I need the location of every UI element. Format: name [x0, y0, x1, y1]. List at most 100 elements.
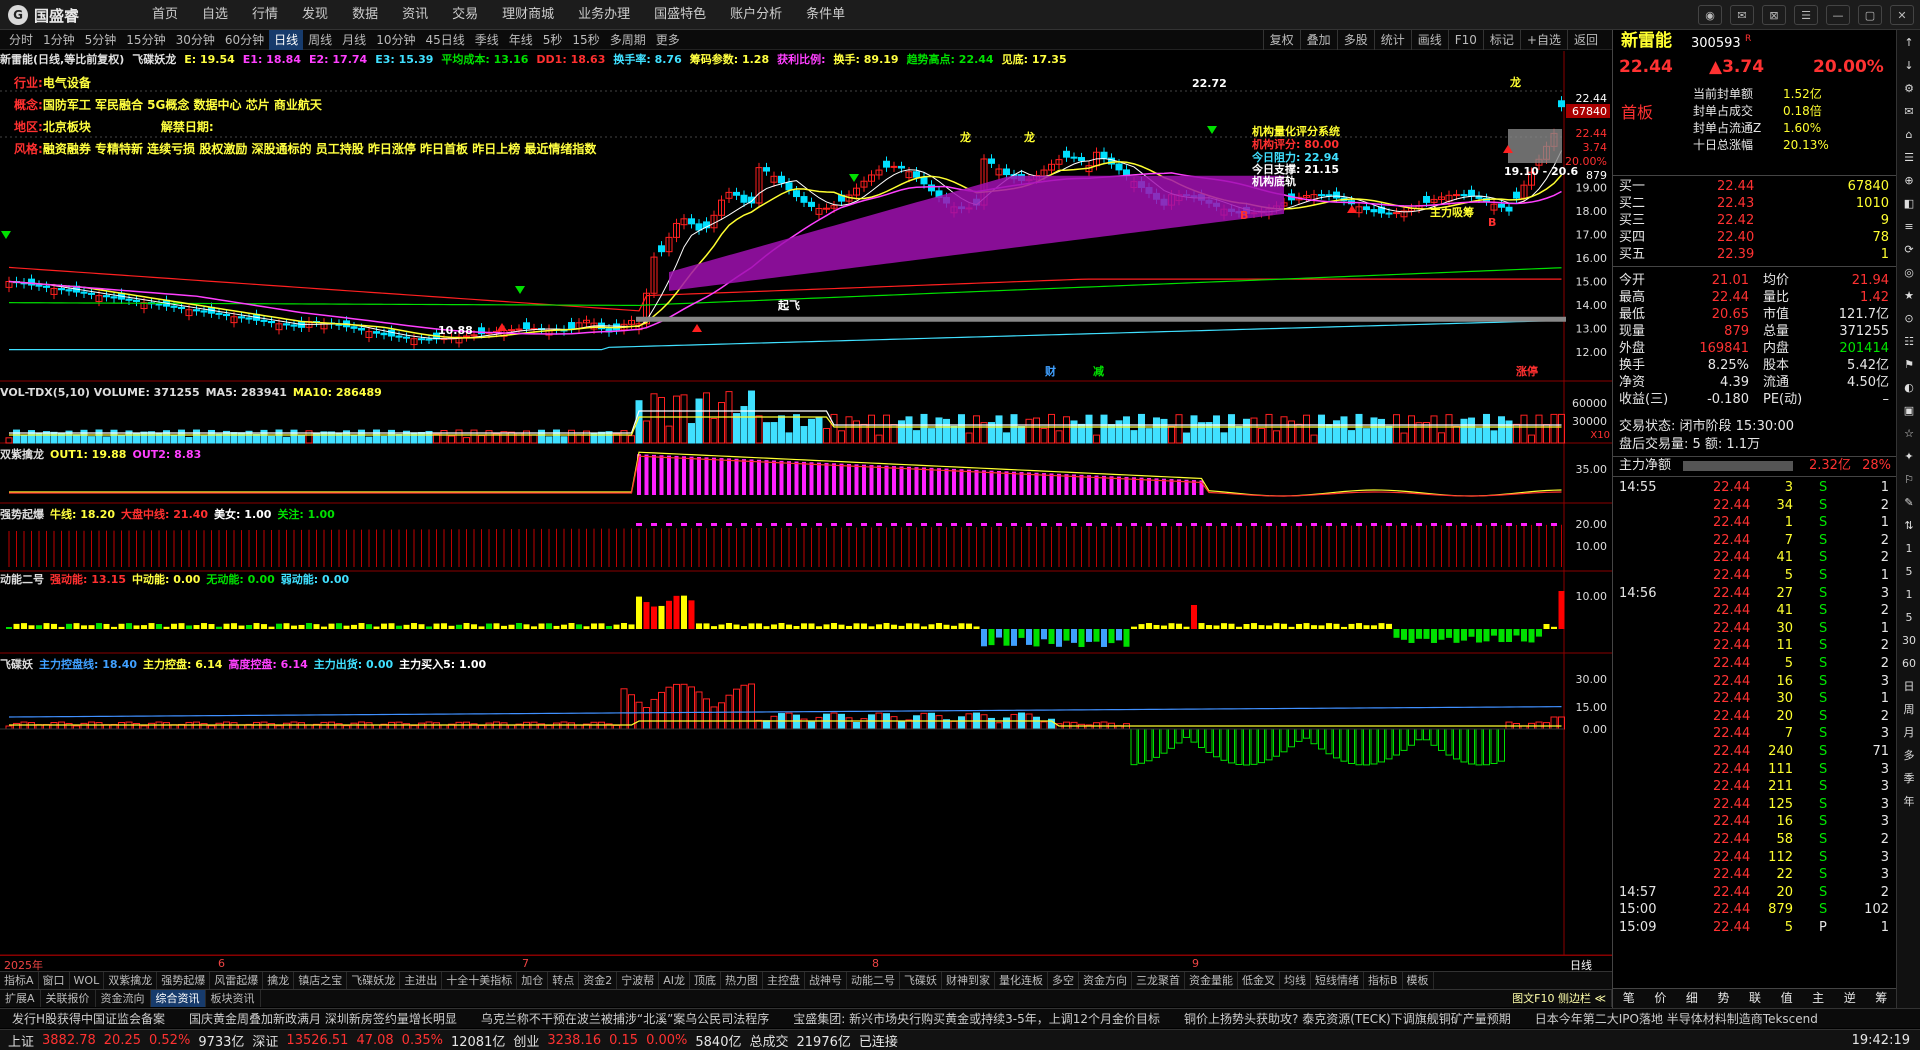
quote-tab[interactable]: 势 — [1708, 989, 1740, 1008]
rail-button[interactable]: ⚐ — [1899, 470, 1919, 490]
tool-button[interactable]: 多股 — [1336, 30, 1374, 50]
rail-button[interactable]: 30 — [1899, 631, 1919, 651]
tool-button[interactable]: 叠加 — [1299, 30, 1337, 50]
rail-button[interactable]: ✉ — [1899, 102, 1919, 122]
sz-index-label[interactable]: 深证 — [252, 1031, 278, 1050]
indicator-tab[interactable]: 指标B — [1364, 972, 1403, 989]
quote-tab[interactable]: 值 — [1771, 989, 1803, 1008]
news-item[interactable]: 日本今年第二大IPO落地 半导体材料制造商Tekscend — [1523, 1009, 1830, 1028]
lock-icon[interactable]: ⊠ — [1762, 5, 1786, 25]
menu-item[interactable]: 发现 — [290, 0, 340, 30]
indicator-tab[interactable]: 双紫擒龙 — [104, 972, 158, 989]
bid-price[interactable]: 22.44 — [1717, 178, 1754, 196]
period-tab[interactable]: 15分钟 — [121, 30, 170, 50]
indicator-tab[interactable]: 资金方向 — [1079, 972, 1132, 989]
indicator-tab[interactable]: 十全十美指标 — [442, 972, 518, 989]
news-item[interactable]: 发行H股获得中国证监会备案 — [0, 1009, 177, 1028]
period-tab[interactable]: 周线 — [303, 30, 337, 50]
period-tab[interactable]: 年线 — [504, 30, 538, 50]
rail-button[interactable]: ⊙ — [1899, 309, 1919, 329]
extension-tab[interactable]: 资金流向 — [96, 990, 151, 1007]
quote-tab[interactable]: 联 — [1739, 989, 1771, 1008]
rail-button[interactable]: ☷ — [1899, 332, 1919, 352]
period-tab[interactable]: 30分钟 — [171, 30, 220, 50]
menu-item[interactable]: 理财商城 — [490, 0, 566, 30]
quote-tab[interactable]: 主 — [1802, 989, 1834, 1008]
indicator-tab[interactable]: 动能二号 — [847, 972, 900, 989]
rail-button[interactable]: ☰ — [1899, 148, 1919, 168]
indicator-tab[interactable]: 低金叉 — [1238, 972, 1280, 989]
minimize-icon[interactable]: — — [1826, 5, 1850, 25]
period-tab[interactable]: 多周期 — [605, 30, 651, 50]
period-tab[interactable]: 10分钟 — [371, 30, 420, 50]
period-tab[interactable]: 季线 — [470, 30, 504, 50]
indicator-tab[interactable]: 窗口 — [39, 972, 70, 989]
quote-tab[interactable]: 笔 — [1613, 989, 1645, 1008]
rail-button[interactable]: ↓ — [1899, 56, 1919, 76]
period-tab[interactable]: 15秒 — [567, 30, 604, 50]
news-item[interactable]: 宝盛集团: 新兴市场央行购买黄金或持续3-5年，上调12个月金价目标 — [781, 1009, 1172, 1028]
menu-item[interactable]: 资讯 — [390, 0, 440, 30]
tool-button[interactable]: +自选 — [1519, 30, 1567, 50]
period-tab[interactable]: 1分钟 — [38, 30, 80, 50]
rail-button[interactable]: ◎ — [1899, 263, 1919, 283]
period-tab[interactable]: 5秒 — [538, 30, 568, 50]
indicator-tab[interactable]: AI龙 — [659, 972, 690, 989]
indicator-tab[interactable]: 主控盘 — [763, 972, 805, 989]
rail-button[interactable]: 1 — [1899, 539, 1919, 559]
quote-tab[interactable]: 细 — [1676, 989, 1708, 1008]
news-item[interactable]: 铜价上扬势头获助攻? 泰克资源(TECK)下调旗舰铜矿产量预期 — [1172, 1009, 1523, 1028]
tool-button[interactable]: 画线 — [1410, 30, 1448, 50]
indicator-tab[interactable]: 短线情绪 — [1311, 972, 1364, 989]
sh-index-label[interactable]: 上证 — [8, 1031, 34, 1050]
indicator-tab[interactable]: 飞碟妖 — [900, 972, 942, 989]
indicator-tab[interactable]: 多空 — [1048, 972, 1079, 989]
extension-tab[interactable]: 综合资讯 — [150, 990, 206, 1007]
rail-button[interactable]: ⊕ — [1899, 171, 1919, 191]
indicator-tab[interactable]: 均线 — [1280, 972, 1311, 989]
menu-item[interactable]: 行情 — [240, 0, 290, 30]
rail-button[interactable]: 60 — [1899, 654, 1919, 674]
period-tab[interactable]: 分时 — [4, 30, 38, 50]
rail-button[interactable]: 5 — [1899, 608, 1919, 628]
cy-index-label[interactable]: 创业 — [513, 1031, 539, 1050]
indicator-tab[interactable]: 擒龙 — [263, 972, 295, 989]
rail-button[interactable]: 年 — [1899, 792, 1919, 812]
chart-area[interactable]: 12.00 13.00 14.00 15.00 16.00 17.00 18.00 19.00… — [0, 51, 1612, 959]
rail-button[interactable]: ✦ — [1899, 447, 1919, 467]
rail-button[interactable]: 月 — [1899, 723, 1919, 743]
indicator-tab[interactable]: 资金2 — [579, 972, 618, 989]
maximize-icon[interactable]: ▢ — [1858, 5, 1882, 25]
rail-button[interactable]: 周 — [1899, 700, 1919, 720]
menu-item[interactable]: 自选 — [190, 0, 240, 30]
indicator-tab[interactable]: 风雷起爆 — [210, 972, 264, 989]
chat-icon[interactable]: ◉ — [1698, 5, 1722, 25]
menu-item[interactable]: 数据 — [340, 0, 390, 30]
rail-button[interactable]: ⟳ — [1899, 240, 1919, 260]
tool-button[interactable]: F10 — [1447, 30, 1483, 50]
extension-tab[interactable]: 关联报价 — [41, 990, 96, 1007]
quote-tab[interactable]: 逆 — [1834, 989, 1866, 1008]
indicator-tab[interactable]: 镇店之宝 — [294, 972, 348, 989]
rail-button[interactable]: ★ — [1899, 286, 1919, 306]
tool-button[interactable]: 返回 — [1566, 30, 1604, 50]
tick-list[interactable]: 14:55 22.44 3 S 1 22.44 34 S 2 22.44 1 S 1 22.44 7 S 2 22… — [1613, 476, 1897, 986]
brand-logo[interactable]: G 国盛睿 — [8, 4, 79, 26]
quote-tab[interactable]: 价 — [1645, 989, 1677, 1008]
rail-button[interactable]: ◐ — [1899, 378, 1919, 398]
indicator-tab[interactable]: 财神到家 — [942, 972, 995, 989]
bid-price[interactable]: 22.43 — [1717, 195, 1754, 213]
tool-button[interactable]: 标记 — [1482, 30, 1520, 50]
period-tab[interactable]: 5分钟 — [80, 30, 122, 50]
news-item[interactable]: 乌克兰称不干预在波兰被捕涉“北溪”案乌公民司法程序 — [469, 1009, 781, 1028]
rail-button[interactable]: ⌂ — [1899, 125, 1919, 145]
indicator-tab[interactable]: 强势起爆 — [157, 972, 211, 989]
period-tab[interactable]: 更多 — [651, 30, 685, 50]
rail-button[interactable]: 季 — [1899, 769, 1919, 789]
menu-item[interactable]: 账户分析 — [718, 0, 794, 30]
indicator-tab[interactable]: 加仓 — [517, 972, 549, 989]
period-tab[interactable]: 月线 — [337, 30, 371, 50]
indicator-tab[interactable]: 三龙聚首 — [1132, 972, 1185, 989]
rail-button[interactable]: ✎ — [1899, 493, 1919, 513]
rail-button[interactable]: 5 — [1899, 562, 1919, 582]
